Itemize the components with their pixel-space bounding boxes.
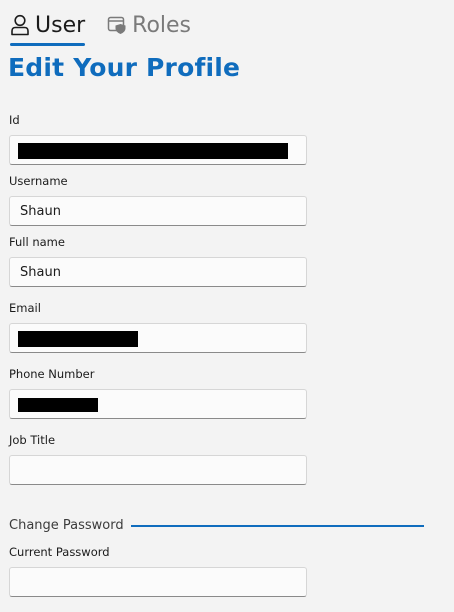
full-name-field[interactable]: Shaun xyxy=(9,257,307,287)
tab-roles-label: Roles xyxy=(132,12,192,38)
section-divider xyxy=(130,524,424,527)
full-name-value: Shaun xyxy=(20,264,61,280)
tab-bar: User Roles xyxy=(10,8,191,46)
tab-user[interactable]: User xyxy=(10,8,86,46)
tab-user-label: User xyxy=(35,12,86,38)
page-title: Edit Your Profile xyxy=(8,53,241,82)
email-field[interactable] xyxy=(9,323,307,353)
redacted-value xyxy=(18,143,288,159)
id-field[interactable] xyxy=(9,135,307,165)
job-title-field[interactable] xyxy=(9,455,307,485)
job-title-label: Job Title xyxy=(9,433,56,447)
redacted-value xyxy=(18,331,138,347)
current-password-label: Current Password xyxy=(9,545,110,559)
tab-roles[interactable]: Roles xyxy=(107,8,191,42)
username-label: Username xyxy=(9,174,68,188)
full-name-label: Full name xyxy=(9,235,65,249)
redacted-value xyxy=(18,398,98,412)
username-field[interactable]: Shaun xyxy=(9,196,307,226)
user-icon xyxy=(10,14,30,36)
username-value: Shaun xyxy=(20,203,61,219)
phone-number-field[interactable] xyxy=(9,389,307,419)
change-password-header: Change Password xyxy=(9,518,424,533)
shield-icon xyxy=(107,15,127,35)
email-label: Email xyxy=(9,301,41,315)
phone-number-label: Phone Number xyxy=(9,367,95,381)
id-label: Id xyxy=(9,113,20,127)
change-password-title: Change Password xyxy=(9,518,124,533)
current-password-field[interactable] xyxy=(9,567,307,597)
